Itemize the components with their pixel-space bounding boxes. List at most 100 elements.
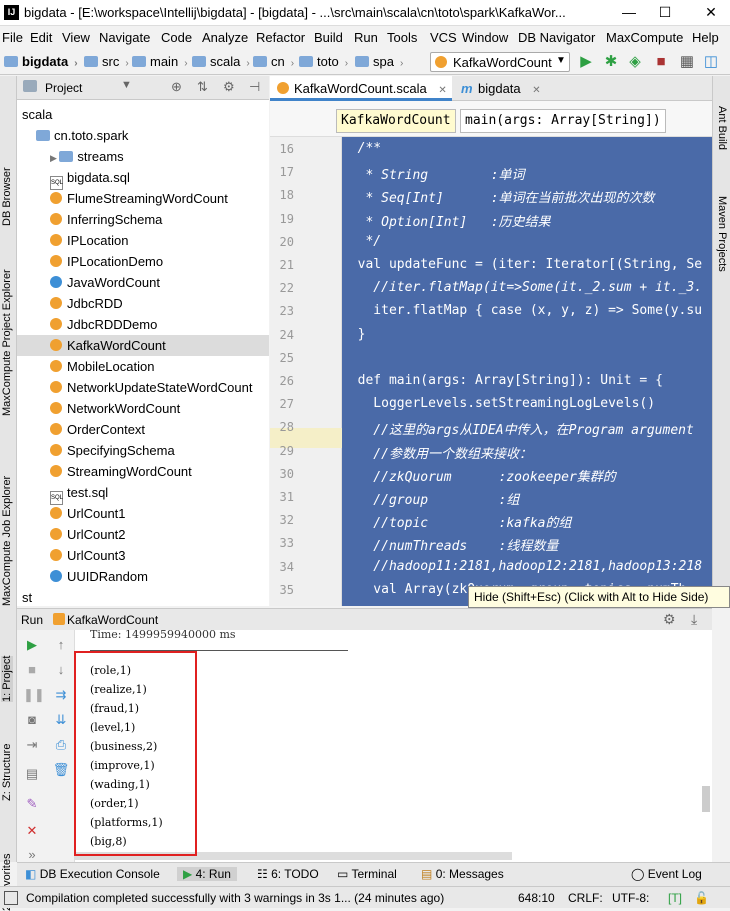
tree-item[interactable]: SpecifyingSchema bbox=[17, 440, 269, 461]
breadcrumb-cn[interactable]: cn › bbox=[253, 54, 294, 69]
print-icon[interactable]: ⎙ bbox=[52, 736, 70, 754]
close-tab-icon[interactable]: ✕ bbox=[532, 85, 540, 96]
tree-item[interactable]: StreamingWordCount bbox=[17, 461, 269, 482]
gear-icon[interactable]: ⚙ bbox=[223, 79, 235, 95]
tree-item[interactable]: st bbox=[17, 587, 269, 606]
menu-edit[interactable]: Edit bbox=[30, 30, 52, 45]
tab-kafkawordcount-scala[interactable]: KafkaWordCount.scala ✕ bbox=[270, 76, 452, 101]
breadcrumb-scala[interactable]: scala › bbox=[192, 54, 250, 69]
maximize-button[interactable]: ☐ bbox=[650, 2, 680, 22]
menu-navigate[interactable]: Navigate bbox=[99, 30, 150, 45]
close-button[interactable]: ✕ bbox=[696, 2, 726, 22]
db-execution-console-tab[interactable]: ◧ DB Execution Console bbox=[25, 867, 160, 881]
event-log-tab[interactable]: ◯ Event Log bbox=[631, 867, 702, 881]
menu-run[interactable]: Run bbox=[354, 30, 378, 45]
menu-tools[interactable]: Tools bbox=[387, 30, 417, 45]
coverage-icon[interactable]: ◈ bbox=[626, 53, 644, 71]
trash-icon[interactable]: 🗑 bbox=[52, 761, 70, 779]
stop-icon[interactable]: ■ bbox=[652, 53, 670, 71]
soft-wrap-icon[interactable]: ⇉ bbox=[52, 686, 70, 704]
tool-windows-icon[interactable] bbox=[4, 891, 18, 905]
run-icon[interactable]: ▶ bbox=[577, 53, 595, 71]
run-configuration-select[interactable]: KafkaWordCount ▼ bbox=[430, 52, 570, 72]
messages-tab[interactable]: ▤ 0: Messages bbox=[421, 867, 504, 881]
tree-item[interactable]: NetworkWordCount bbox=[17, 398, 269, 419]
project-panel-title[interactable]: Project bbox=[45, 81, 82, 95]
tree-item[interactable]: FlumeStreamingWordCount bbox=[17, 188, 269, 209]
expand-arrow-icon[interactable]: ▶ bbox=[50, 153, 59, 163]
breadcrumb-src[interactable]: src › bbox=[84, 54, 129, 69]
rerun-icon[interactable]: ▶ bbox=[23, 636, 41, 654]
tree-item[interactable]: MobileLocation bbox=[17, 356, 269, 377]
tree-item[interactable]: OrderContext bbox=[17, 419, 269, 440]
scroll-from-source-icon[interactable]: ⊕ bbox=[171, 79, 182, 95]
tree-item[interactable]: SQL test.sql bbox=[17, 482, 269, 505]
run-tab[interactable]: ▶ 4: Run bbox=[177, 867, 237, 881]
stop-icon[interactable]: ■ bbox=[23, 661, 41, 679]
project-structure-icon[interactable]: ▦ bbox=[678, 53, 696, 71]
close-icon[interactable]: ✕ bbox=[23, 822, 41, 840]
maxcompute-project-explorer-tab[interactable]: MaxCompute Project Explorer bbox=[1, 269, 13, 416]
down-arrow-icon[interactable]: ↓ bbox=[52, 661, 70, 679]
todo-tab[interactable]: ☷ 6: TODO bbox=[257, 867, 319, 881]
menu-view[interactable]: View bbox=[62, 30, 90, 45]
tree-item[interactable]: JdbcRDDDemo bbox=[17, 314, 269, 335]
tab-bigdata[interactable]: m bigdata ✕ bbox=[454, 76, 544, 101]
maxcompute-job-explorer-tab[interactable]: MaxCompute Job Explorer bbox=[1, 476, 13, 606]
pin-icon[interactable]: ✎ bbox=[23, 795, 41, 813]
file-encoding[interactable]: UTF-8: bbox=[612, 891, 649, 905]
tree-item[interactable]: UrlCount1 bbox=[17, 503, 269, 524]
tree-item[interactable]: ▶ streams bbox=[17, 146, 269, 167]
breadcrumb-main[interactable]: main › bbox=[132, 54, 188, 69]
chevron-down-icon[interactable]: ▼ bbox=[121, 79, 132, 91]
code-editor[interactable]: /** * String :单词 * Seq[Int] :单词在当前批次出现的次… bbox=[342, 137, 712, 606]
menu-build[interactable]: Build bbox=[314, 30, 343, 45]
lock-icon[interactable]: 🔓 bbox=[694, 891, 709, 905]
menu-analyze[interactable]: Analyze bbox=[202, 30, 248, 45]
menu-db-navigator[interactable]: DB Navigator bbox=[518, 30, 595, 45]
structure-tool-tab[interactable]: Z: Structure bbox=[1, 744, 13, 801]
maven-projects-tab[interactable]: Maven Projects bbox=[716, 196, 728, 272]
close-tab-icon[interactable]: ✕ bbox=[438, 85, 446, 96]
collapse-all-icon[interactable]: ⇅ bbox=[197, 79, 208, 95]
menu-file[interactable]: File bbox=[2, 30, 23, 45]
tree-item[interactable]: UrlCount3 bbox=[17, 545, 269, 566]
breadcrumb-bigdata[interactable]: bigdata › bbox=[4, 54, 78, 69]
tree-item[interactable]: UUIDRandom bbox=[17, 566, 269, 587]
tree-item[interactable]: scala bbox=[17, 104, 269, 125]
console-scrollbar[interactable] bbox=[702, 786, 710, 812]
scroll-to-end-icon[interactable]: ⇊ bbox=[52, 711, 70, 729]
pause-icon[interactable]: ❚❚ bbox=[23, 686, 45, 704]
line-separator[interactable]: CRLF: bbox=[568, 891, 603, 905]
cursor-position[interactable]: 648:10 bbox=[518, 891, 555, 905]
breadcrumb-class[interactable]: KafkaWordCount bbox=[336, 109, 456, 133]
up-arrow-icon[interactable]: ↑ bbox=[52, 636, 70, 654]
menu-maxcompute[interactable]: MaxCompute bbox=[606, 30, 683, 45]
layout-icon[interactable]: ▤ bbox=[23, 765, 41, 783]
project-tool-tab[interactable]: 1: Project bbox=[1, 655, 13, 702]
gear-icon[interactable]: ⚙ bbox=[663, 611, 676, 628]
tree-item[interactable]: InferringSchema bbox=[17, 209, 269, 230]
breadcrumb-method[interactable]: main(args: Array[String]) bbox=[460, 109, 666, 133]
menu-help[interactable]: Help bbox=[692, 30, 719, 45]
menu-code[interactable]: Code bbox=[161, 30, 192, 45]
tree-item[interactable]: UrlCount2 bbox=[17, 524, 269, 545]
menu-vcs[interactable]: VCS bbox=[430, 30, 457, 45]
tree-item[interactable]: JdbcRDD bbox=[17, 293, 269, 314]
tree-item[interactable]: cn.toto.spark bbox=[17, 125, 269, 146]
menu-refactor[interactable]: Refactor bbox=[256, 30, 305, 45]
db-browser-tab[interactable]: DB Browser bbox=[1, 167, 13, 226]
breadcrumb-spark[interactable]: spa › bbox=[355, 54, 403, 69]
menu-window[interactable]: Window bbox=[462, 30, 508, 45]
ant-build-tab[interactable]: Ant Build bbox=[716, 106, 728, 150]
tree-item[interactable]: SQL bigdata.sql bbox=[17, 167, 269, 190]
terminal-tab[interactable]: ▭ Terminal bbox=[337, 867, 397, 881]
tree-item[interactable]: KafkaWordCount bbox=[17, 335, 269, 356]
dump-threads-icon[interactable]: ◙ bbox=[23, 711, 41, 729]
hide-panel-icon[interactable]: ⤓ bbox=[691, 611, 697, 628]
sdk-icon[interactable]: ◫ bbox=[702, 53, 720, 71]
hide-icon[interactable]: ⊣ bbox=[249, 79, 260, 95]
tree-item[interactable]: JavaWordCount bbox=[17, 272, 269, 293]
breadcrumb-toto[interactable]: toto › bbox=[299, 54, 348, 69]
exit-icon[interactable]: ⇥ bbox=[23, 736, 41, 754]
